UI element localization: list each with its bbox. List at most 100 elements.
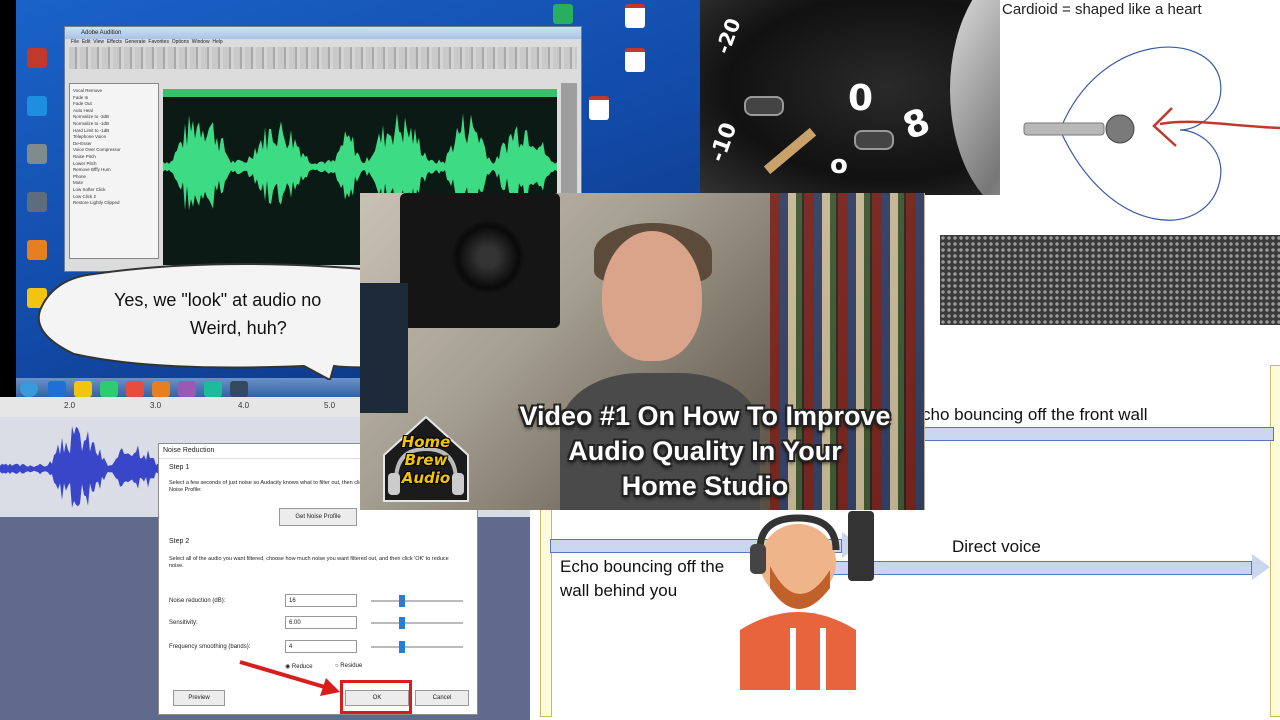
effect-item[interactable]: Normalize to -3dB — [73, 114, 155, 121]
video-title-line-2: Audio Quality In Your — [568, 436, 842, 466]
effects-list: Vocal Remove Fade In Fade Out Auto Heal … — [69, 83, 159, 259]
presenter-face — [602, 231, 702, 361]
step-1-heading: Step 1 — [169, 464, 190, 471]
effect-item[interactable]: Remove Bfffy Hum — [73, 167, 155, 174]
app-icon[interactable] — [548, 4, 578, 26]
taskbar-icon[interactable] — [100, 381, 118, 397]
slider-thumb[interactable] — [399, 641, 405, 653]
pdf-icon[interactable] — [584, 96, 614, 122]
pdf-icon[interactable] — [620, 48, 650, 74]
back-echo-label-1: Echo bouncing off the — [560, 557, 725, 576]
effect-item[interactable]: De-Esser — [73, 141, 155, 148]
slider-thumb[interactable] — [399, 617, 405, 629]
dial-label: 8 — [897, 100, 936, 149]
effect-item[interactable]: Telephone Voice — [73, 134, 155, 141]
waveform-header — [163, 89, 557, 97]
editor-toolbar[interactable] — [69, 47, 577, 69]
slider-thumb[interactable] — [399, 595, 405, 607]
effect-item[interactable]: Fade In — [73, 95, 155, 102]
editor-menubar: File Edit View Effects Generate Favorite… — [65, 39, 581, 47]
desktop-icon[interactable] — [22, 144, 52, 166]
menu-item[interactable]: Window — [192, 39, 210, 45]
logo-line-3: Audio — [401, 469, 451, 487]
noise-reduction-label: Noise reduction (dB): — [169, 598, 226, 604]
taskbar-icon[interactable] — [74, 381, 92, 397]
sensitivity-field[interactable]: 6.00 — [285, 616, 357, 629]
menu-item[interactable]: Generate — [125, 39, 146, 45]
step-1-description: Select a few seconds of just noise so Au… — [169, 480, 376, 493]
desktop-icon[interactable] — [22, 48, 52, 70]
effect-item[interactable]: Normalize to -1dB — [73, 121, 155, 128]
frequency-smoothing-slider[interactable] — [371, 641, 463, 653]
dial-label: 0 — [848, 78, 874, 119]
desktop-icon[interactable] — [22, 192, 52, 214]
taskbar-icon[interactable] — [178, 381, 196, 397]
step-2-description: Select all of the audio you want filtere… — [169, 556, 449, 569]
ruler-tick: 3.0 — [150, 401, 162, 410]
menu-item[interactable]: Favorites — [148, 39, 169, 45]
effect-item[interactable]: Lower Pitch — [73, 161, 155, 168]
ruler-tick: 2.0 — [64, 401, 76, 410]
desktop-icon[interactable] — [22, 96, 52, 118]
video-title-line-1: Video #1 On How To Improve — [519, 401, 891, 431]
ruler-tick: 5.0 — [324, 401, 336, 410]
menu-item[interactable]: File — [71, 39, 79, 45]
black-edge — [0, 0, 16, 400]
start-button[interactable] — [20, 381, 38, 397]
back-wall — [540, 505, 552, 717]
video-thumbnail[interactable]: Home Brew Audio Video #1 On How To Impro… — [360, 193, 925, 510]
bubble-line-2: Weird, huh? — [190, 318, 287, 338]
menu-item[interactable]: Effects — [107, 39, 122, 45]
frequency-smoothing-label: Frequency smoothing (bands): — [169, 644, 251, 650]
get-noise-profile-button[interactable]: Get Noise Profile — [279, 508, 357, 526]
video-title: Video #1 On How To Improve Audio Quality… — [490, 399, 920, 504]
effect-item[interactable]: Voice Over Compressor — [73, 147, 155, 154]
video-title-line-3: Home Studio — [621, 471, 789, 501]
menu-item[interactable]: Edit — [82, 39, 91, 45]
taskbar-icon[interactable] — [152, 381, 170, 397]
mic-grille-photo — [940, 235, 1280, 325]
sensitivity-slider[interactable] — [371, 617, 463, 629]
noise-reduction-slider[interactable] — [371, 595, 463, 607]
effect-item[interactable]: Low Softer Click — [73, 187, 155, 194]
menu-item[interactable]: View — [93, 39, 104, 45]
taskbar-icon[interactable] — [126, 381, 144, 397]
direct-voice-label: Direct voice — [952, 537, 1041, 556]
red-pointer-arrow-icon — [239, 660, 340, 696]
taskbar-icon[interactable] — [204, 381, 222, 397]
effect-item[interactable]: Hard Limit to -1dB — [73, 128, 155, 135]
effect-item[interactable]: Restore Lightly Clipped — [73, 200, 155, 207]
effect-item[interactable]: Vocal Remove — [73, 88, 155, 95]
ruler-tick: 4.0 — [238, 401, 250, 410]
menu-item[interactable]: Help — [212, 39, 222, 45]
taskbar-icon[interactable] — [48, 381, 66, 397]
effect-item[interactable]: Phone — [73, 174, 155, 181]
ok-highlight-box — [340, 680, 412, 714]
effect-item[interactable]: Auto Heal — [73, 108, 155, 115]
menu-item[interactable]: Options — [172, 39, 189, 45]
direct-voice-arrowhead — [1252, 554, 1270, 580]
studio-monitor-speaker — [400, 193, 560, 328]
speaker-woofer — [452, 221, 524, 293]
bubble-line-1: Yes, we "look" at audio no — [114, 290, 322, 310]
dial-label: -20 — [710, 14, 746, 58]
cancel-button[interactable]: Cancel — [415, 690, 469, 706]
front-wall-echo-arrow — [910, 427, 1274, 441]
dial-label: o — [830, 150, 848, 180]
step-2-heading: Step 2 — [169, 538, 190, 545]
pdf-icon[interactable] — [620, 4, 650, 30]
desktop-icon[interactable] — [22, 240, 52, 262]
effect-item[interactable]: Raise Pitch — [73, 154, 155, 161]
sensitivity-label: Sensitivity: — [169, 620, 198, 626]
preview-button[interactable]: Preview — [173, 690, 225, 706]
effect-item[interactable]: Fade Out — [73, 101, 155, 108]
effect-item[interactable]: Mute — [73, 180, 155, 187]
front-wall-echo-label: cho bouncing off the front wall — [922, 405, 1148, 424]
logo-line-1: Home — [401, 433, 451, 451]
front-wall — [1270, 365, 1280, 717]
noise-reduction-field[interactable]: 16 — [285, 594, 357, 607]
effect-item[interactable]: Low Click 2 — [73, 194, 155, 201]
switch-toggle[interactable] — [854, 130, 894, 150]
switch-toggle[interactable] — [744, 96, 784, 116]
taskbar-icon[interactable] — [230, 381, 248, 397]
